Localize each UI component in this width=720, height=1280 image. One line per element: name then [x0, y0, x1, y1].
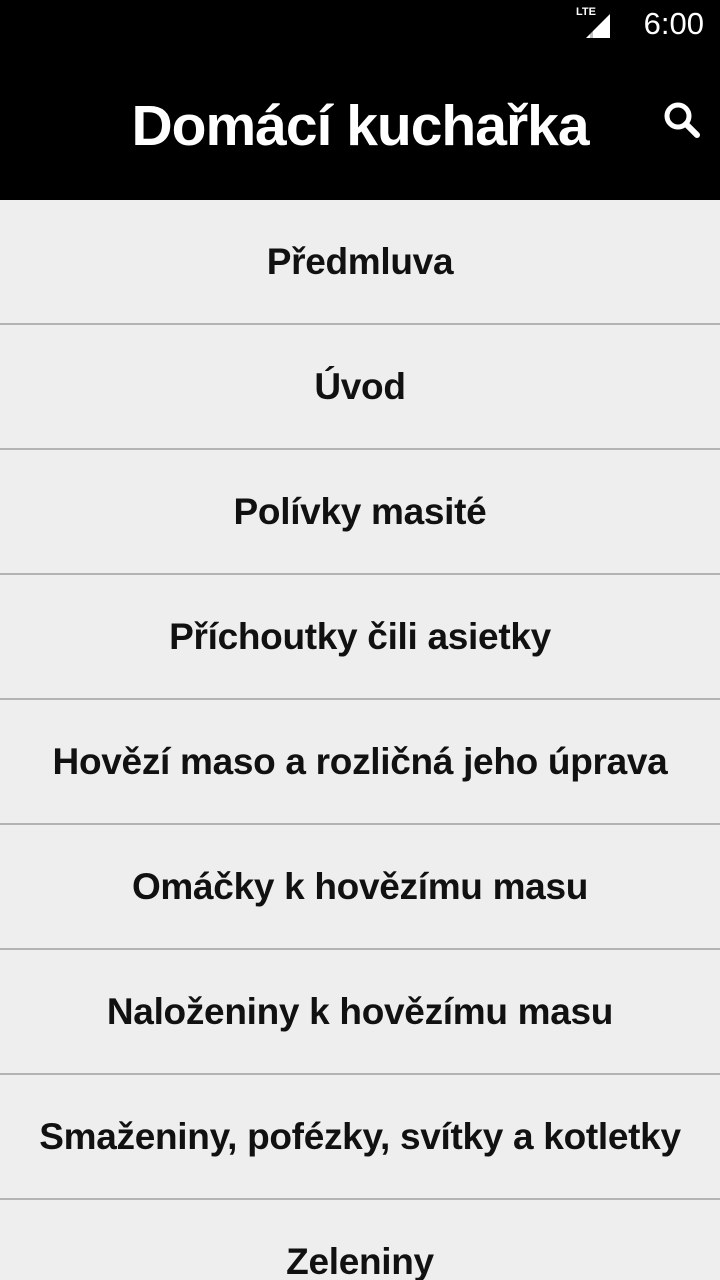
list-item[interactable]: Omáčky k hovězímu masu: [0, 825, 720, 950]
list-item[interactable]: Hovězí maso a rozličná jeho úprava: [0, 700, 720, 825]
search-button[interactable]: [652, 92, 712, 152]
list-item-label: Zeleniny: [286, 1240, 434, 1280]
search-icon: [664, 102, 700, 138]
list-item[interactable]: Předmluva: [0, 200, 720, 325]
status-time: 6:00: [643, 6, 704, 41]
cell-signal-icon: [586, 14, 610, 38]
list-item-label: Naloženiny k hovězímu masu: [106, 990, 614, 1032]
list-item-label: Příchoutky čili asietky: [169, 615, 551, 657]
chapter-list[interactable]: Předmluva Úvod Polívky masité Příchoutky…: [0, 200, 720, 1280]
list-item-label: Polívky masité: [233, 490, 487, 532]
list-item[interactable]: Polívky masité: [0, 450, 720, 575]
list-item-label: Omáčky k hovězímu masu: [131, 865, 589, 907]
list-item[interactable]: Naloženiny k hovězímu masu: [0, 950, 720, 1075]
status-bar: LTE 6:00: [0, 0, 720, 48]
list-item[interactable]: Smaženiny, pofézky, svítky a kotletky: [0, 1075, 720, 1200]
list-item[interactable]: Příchoutky čili asietky: [0, 575, 720, 700]
list-item[interactable]: Zeleniny: [0, 1200, 720, 1280]
list-item-label: Úvod: [314, 365, 406, 407]
list-item[interactable]: Úvod: [0, 325, 720, 450]
list-item-label: Hovězí maso a rozličná jeho úprava: [52, 740, 668, 782]
list-item-label: Předmluva: [266, 240, 454, 282]
app-bar: Domácí kuchařka: [0, 48, 720, 200]
list-item-label: Smaženiny, pofézky, svítky a kotletky: [39, 1115, 681, 1157]
app-title: Domácí kuchařka: [131, 94, 589, 158]
